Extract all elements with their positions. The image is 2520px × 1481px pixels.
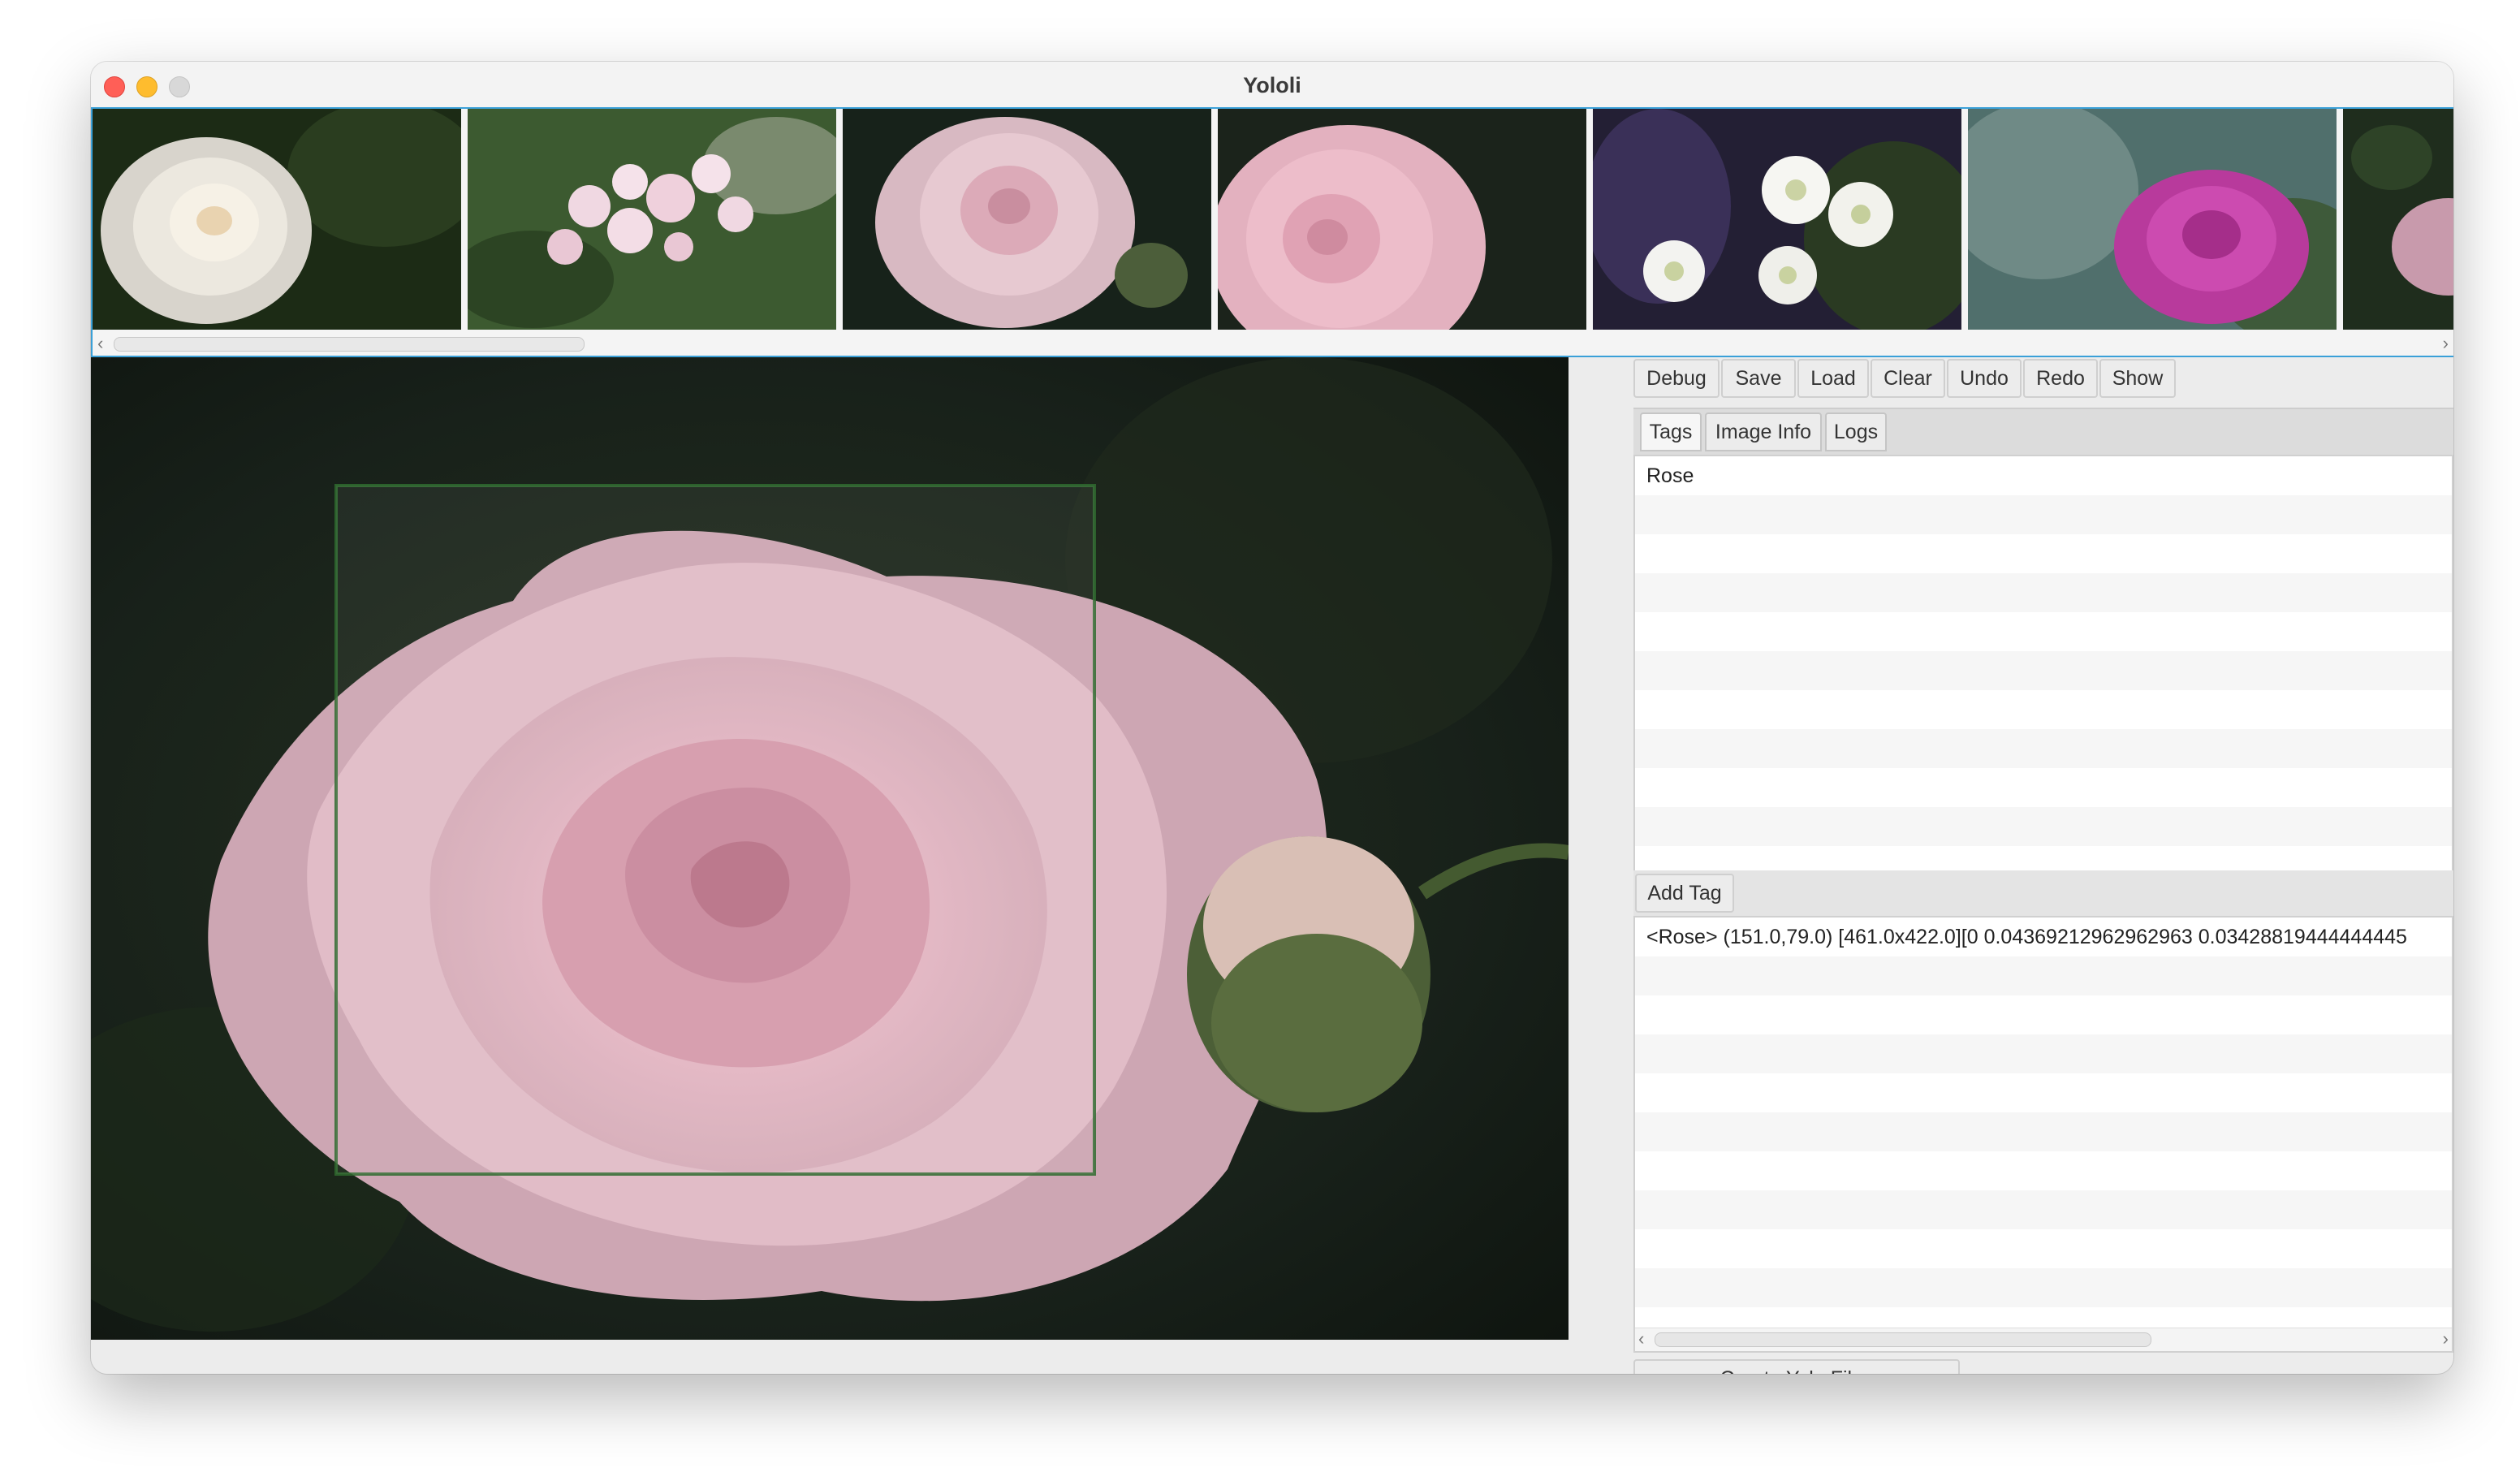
save-button[interactable]: Save [1721, 359, 1796, 398]
right-panel: Debug Save Load Clear Undo Redo Show Tag… [1633, 357, 2453, 1374]
image-viewer[interactable] [91, 357, 1569, 1340]
thumb-white-rose[interactable] [93, 109, 461, 330]
undo-button[interactable]: Undo [1947, 359, 2022, 398]
thumbnail-scrollbar[interactable]: ‹ › [93, 331, 2453, 356]
scroll-right-icon[interactable]: › [2443, 1328, 2449, 1349]
tab-tags[interactable]: Tags [1640, 412, 1702, 451]
list-item[interactable]: Rose [1646, 464, 1694, 488]
thumb-rose-partial[interactable] [2343, 109, 2453, 330]
window-title: Yololi [1243, 73, 1301, 97]
tab-image-info[interactable]: Image Info [1705, 412, 1822, 451]
thumbnail-strip[interactable]: ‹ › [91, 107, 2453, 357]
tab-logs[interactable]: Logs [1825, 412, 1887, 451]
add-tag-button[interactable]: Add Tag [1635, 874, 1734, 913]
annotations-list[interactable]: <Rose> (151.0,79.0) [461.0x422.0][0 0.04… [1633, 916, 2453, 1353]
tab-bar: Tags Image Info Logs [1633, 408, 2453, 456]
thumb-pink-rose-closeup[interactable] [1218, 109, 1586, 330]
debug-button[interactable]: Debug [1633, 359, 1720, 398]
toolbar: Debug Save Load Clear Undo Redo Show [1633, 357, 2453, 399]
scrollbar-thumb[interactable] [114, 337, 585, 352]
thumb-cherry-blossom[interactable] [468, 109, 836, 330]
load-button[interactable]: Load [1797, 359, 1869, 398]
tags-list[interactable]: Rose [1633, 455, 2453, 872]
list-item[interactable]: <Rose> (151.0,79.0) [461.0x422.0][0 0.04… [1646, 926, 2407, 949]
show-button[interactable]: Show [2099, 359, 2176, 398]
thumb-flannel-flowers[interactable] [1593, 109, 1961, 330]
annotations-scrollbar[interactable]: ‹ › [1635, 1328, 2452, 1351]
redo-button[interactable]: Redo [2023, 359, 2098, 398]
create-yolo-files-button[interactable]: Create Yolo Files [1633, 1359, 1960, 1374]
thumb-pink-rose[interactable] [843, 109, 1211, 330]
scrollbar-thumb[interactable] [1655, 1332, 2151, 1347]
clear-button[interactable]: Clear [1871, 359, 1945, 398]
app-window: Yololi ‹ › Debug Save Load Clear Undo Re… [91, 62, 2453, 1374]
thumb-magenta-rose[interactable] [1968, 109, 2337, 330]
scroll-left-icon[interactable]: ‹ [1638, 1328, 1644, 1349]
scroll-left-icon[interactable]: ‹ [97, 333, 103, 354]
title-bar: Yololi [91, 62, 2453, 107]
scroll-right-icon[interactable]: › [2443, 333, 2449, 354]
add-tag-bar: Add Tag [1633, 870, 2453, 916]
